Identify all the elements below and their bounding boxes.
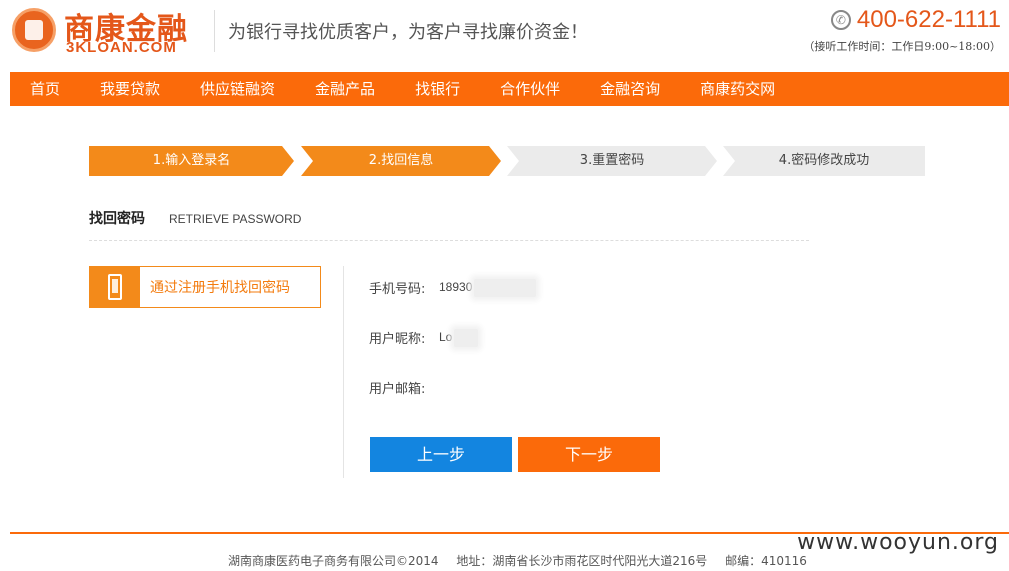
redacted-blur: [454, 328, 479, 347]
footer-address: 地址：湖南省长沙市雨花区时代阳光大道216号: [456, 554, 708, 568]
email-field: 用户邮箱:: [369, 378, 439, 397]
nickname-label: 用户昵称:: [369, 332, 426, 347]
page-header: 商康金融 3KLOAN.COM 为银行寻找优质客户，为客户寻找廉价资金！ ✆ 4…: [0, 0, 1009, 72]
progress-steps: 1.输入登录名 2.找回信息 3.重置密码 4.密码修改成功: [89, 146, 925, 176]
site-logo[interactable]: 商康金融 3KLOAN.COM: [12, 6, 207, 58]
nav-item-supply-chain[interactable]: 供应链融资: [180, 72, 295, 106]
nickname-field: 用户昵称: Lo: [369, 328, 479, 347]
redacted-blur: [474, 278, 537, 297]
main-nav: 首页 我要贷款 供应链融资 金融产品 找银行 合作伙伴 金融咨询 商康药交网: [10, 72, 1009, 106]
hotline-hours: （接听工作时间：工作日9:00~18:00）: [803, 40, 1001, 53]
phone-label: 手机号码:: [369, 282, 426, 297]
slogan: 为银行寻找优质客户，为客户寻找廉价资金！: [228, 22, 588, 43]
previous-step-button[interactable]: 上一步: [370, 437, 512, 472]
section-title-cn: 找回密码: [89, 211, 145, 227]
section-title: 找回密码 RETRIEVE PASSWORD: [89, 208, 301, 228]
footer-postcode: 邮编：410116: [725, 554, 807, 568]
logo-emblem-icon: [12, 8, 56, 52]
retrieve-by-phone-label: 通过注册手机找回密码: [150, 280, 290, 296]
phone-field: 手机号码: 18930: [369, 278, 537, 297]
footer-info: 湖南商康医药电子商务有限公司©2014 地址：湖南省长沙市雨花区时代阳光大道21…: [228, 552, 821, 569]
vertical-divider: [343, 266, 344, 478]
section-title-en: RETRIEVE PASSWORD: [169, 212, 302, 226]
phone-value: 18930: [439, 278, 537, 297]
nav-item-home[interactable]: 首页: [10, 72, 80, 106]
footer-company: 湖南商康医药电子商务有限公司©2014: [228, 554, 439, 568]
step-success: 4.密码修改成功: [723, 146, 925, 176]
hotline-number: 400-622-1111: [856, 6, 1001, 33]
nav-item-consulting[interactable]: 金融咨询: [580, 72, 680, 106]
email-label: 用户邮箱:: [369, 382, 426, 397]
hotline: ✆ 400-622-1111 （接听工作时间：工作日9:00~18:00）: [803, 6, 1001, 54]
mobile-phone-icon: [90, 267, 140, 307]
nav-item-loan[interactable]: 我要贷款: [80, 72, 180, 106]
retrieve-by-phone-option[interactable]: 通过注册手机找回密码: [89, 266, 321, 308]
step-retrieve-info: 2.找回信息: [301, 146, 501, 176]
step-enter-login: 1.输入登录名: [89, 146, 294, 176]
nav-item-pharma-exchange[interactable]: 商康药交网: [680, 72, 795, 106]
nav-item-partners[interactable]: 合作伙伴: [480, 72, 580, 106]
section-divider: [89, 240, 809, 241]
nickname-value: Lo: [439, 328, 479, 347]
header-divider: [214, 10, 215, 52]
step-reset-password: 3.重置密码: [507, 146, 717, 176]
phone-icon: ✆: [830, 10, 851, 30]
next-step-button[interactable]: 下一步: [518, 437, 660, 472]
watermark: www.wooyun.org: [797, 530, 999, 555]
logo-text-en: 3KLOAN.COM: [66, 39, 177, 56]
nav-item-find-bank[interactable]: 找银行: [395, 72, 480, 106]
nav-item-products[interactable]: 金融产品: [295, 72, 395, 106]
